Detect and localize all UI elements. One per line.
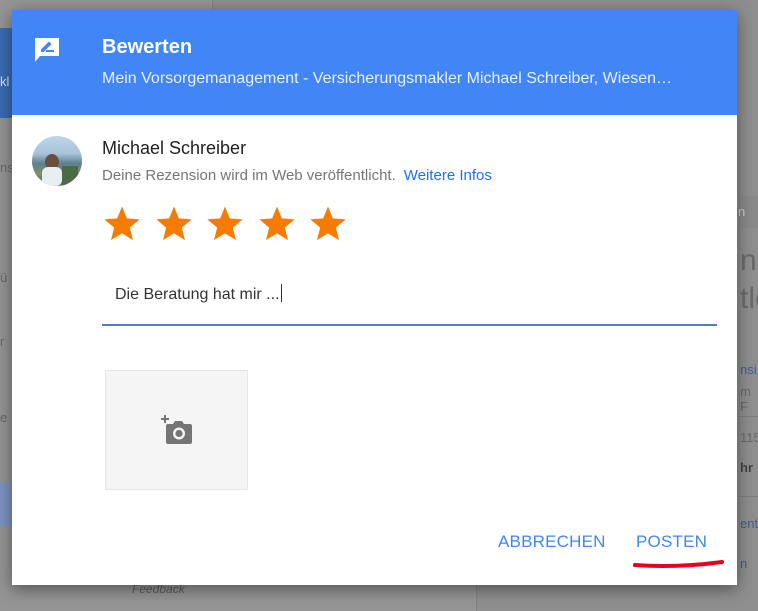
background-heading: tle <box>740 282 758 315</box>
text-cursor <box>280 284 282 302</box>
user-name: Michael Schreiber <box>102 138 247 158</box>
add-photo-icon <box>161 415 192 444</box>
business-name: Mein Vorsorgemanagement - Versicherungsm… <box>102 70 673 87</box>
background-text: ent <box>740 516 758 531</box>
background-text: hr <box>740 460 753 475</box>
add-photo-button[interactable] <box>105 370 248 490</box>
background-text: m F <box>740 384 751 414</box>
background-text: nsi <box>740 362 757 377</box>
more-info-link[interactable]: Weitere Infos <box>404 167 492 184</box>
red-underline-annotation <box>633 560 724 568</box>
post-button[interactable]: POSTEN <box>636 532 707 552</box>
background-divider <box>738 416 758 417</box>
review-textarea[interactable]: Die Beratung hat mir ... <box>102 278 717 326</box>
star-icon[interactable] <box>102 204 142 244</box>
background-text: e <box>0 410 8 425</box>
rate-review-icon <box>35 38 59 62</box>
star-icon[interactable] <box>205 204 245 244</box>
profile-photo <box>42 154 78 186</box>
background-footer-panel <box>212 585 477 611</box>
star-icon[interactable] <box>308 204 348 244</box>
background-chip: n <box>738 196 758 228</box>
star-rating <box>102 204 360 244</box>
star-icon[interactable] <box>257 204 297 244</box>
background-text: ü <box>0 270 8 285</box>
background-divider <box>738 496 758 497</box>
dialog-header: Bewerten Mein Vorsorgemanagement - Versi… <box>12 10 737 115</box>
background-header-strip <box>0 28 12 118</box>
background-text: kl <box>0 74 10 89</box>
cancel-button[interactable]: ABBRECHEN <box>498 532 606 552</box>
background-heading: na <box>740 244 758 277</box>
publish-notice: Deine Rezension wird im Web veröffentlic… <box>102 167 492 184</box>
star-icon[interactable] <box>154 204 194 244</box>
dialog-title: Bewerten <box>102 36 193 58</box>
background-button <box>0 482 12 526</box>
review-text: Die Beratung hat mir ... <box>115 286 280 303</box>
background-text: r <box>0 334 5 349</box>
background-text: 115 <box>740 430 758 445</box>
avatar <box>32 136 82 186</box>
review-dialog: Bewerten Mein Vorsorgemanagement - Versi… <box>12 10 737 585</box>
background-text: n <box>740 556 748 571</box>
